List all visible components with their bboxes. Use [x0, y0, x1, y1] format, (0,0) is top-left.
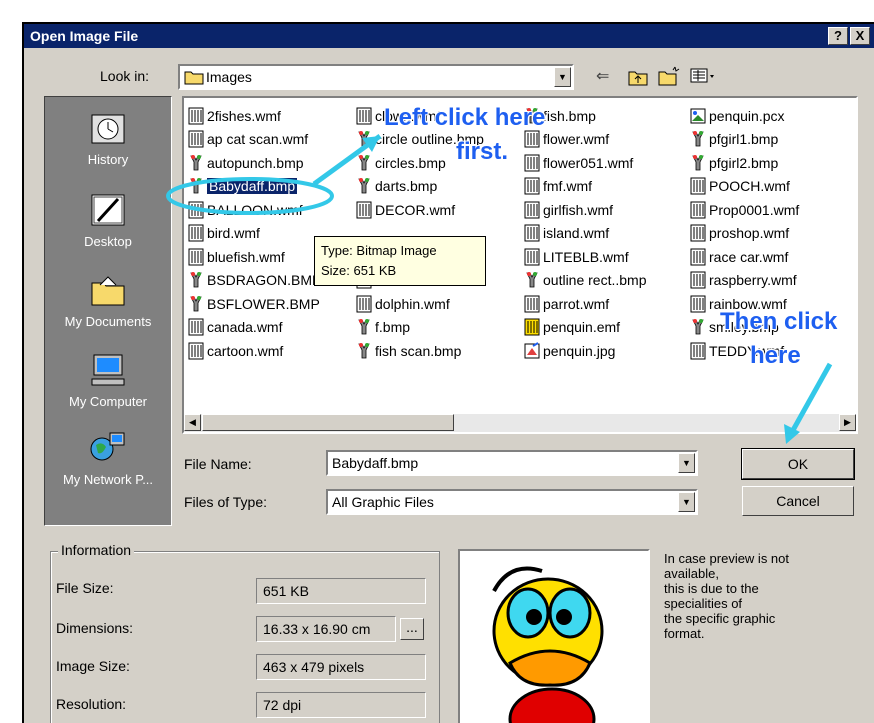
annotation-first: first.	[456, 138, 509, 165]
then-click-arrow-icon	[789, 362, 833, 434]
open-image-dialog: Open Image File ? X Look in: Images ▼ ⇐ …	[22, 22, 874, 723]
selection-highlight-ellipse	[166, 177, 334, 215]
annotation-then-click: Then click	[720, 308, 838, 335]
annotation-here: here	[750, 342, 801, 369]
annotation-left-click: Left click here	[384, 104, 546, 131]
